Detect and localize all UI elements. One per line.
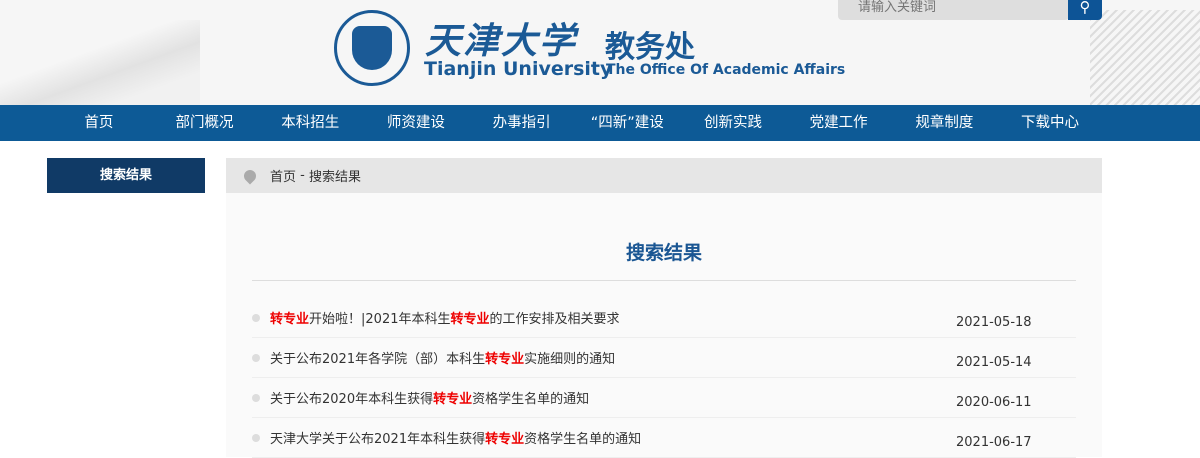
- title-text: 关于公布2021年各学院（部）本科生: [270, 352, 486, 367]
- keyword-highlight: 转专业: [450, 312, 490, 327]
- title-text: 开始啦！|2021年本科生: [309, 312, 451, 327]
- location-pin-icon: [241, 167, 259, 184]
- breadcrumb: 首页 - 搜索结果: [226, 158, 1102, 193]
- nav-about[interactable]: 部门概况: [152, 105, 258, 141]
- sidebar-item-search-results[interactable]: 搜索结果: [47, 158, 205, 193]
- title-text: 天津大学关于公布2021年本科生获得: [270, 432, 486, 447]
- search-input[interactable]: [838, 0, 1069, 20]
- university-seal-logo[interactable]: [334, 10, 410, 86]
- nav-party[interactable]: 党建工作: [786, 105, 892, 141]
- keyword-highlight: 转专业: [433, 392, 473, 407]
- result-item[interactable]: 关于公布2020年本科生获得转专业资格学生名单的通知 2020-06-11: [252, 378, 1076, 418]
- title-text: 关于公布2020年本科生获得: [270, 392, 434, 407]
- result-title[interactable]: 关于公布2020年本科生获得转专业资格学生名单的通知: [270, 388, 956, 407]
- decorative-illustration: [1090, 10, 1200, 105]
- result-date: 2021-06-17: [956, 435, 1032, 450]
- title-text: 资格学生名单的通知: [524, 432, 642, 447]
- bullet-icon: [252, 353, 260, 362]
- search-icon: ⚲: [1079, 0, 1091, 16]
- result-date: 2020-06-11: [956, 395, 1032, 410]
- nav-downloads[interactable]: 下载中心: [997, 105, 1103, 141]
- keyword-highlight: 转专业: [485, 432, 525, 447]
- nav-home[interactable]: 首页: [46, 105, 152, 141]
- result-title[interactable]: 关于公布2021年各学院（部）本科生转专业实施细则的通知: [270, 348, 956, 367]
- title-text: 资格学生名单的通知: [472, 392, 590, 407]
- main-nav: 首页 部门概况 本科招生 师资建设 办事指引 “四新”建设 创新实践 党建工作 …: [0, 105, 1200, 141]
- university-name-en: Tianjin University: [424, 58, 613, 80]
- breadcrumb-current: 搜索结果: [308, 170, 361, 185]
- result-item[interactable]: 转专业开始啦！|2021年本科生转专业的工作安排及相关要求 2021-05-18: [252, 298, 1076, 338]
- result-item[interactable]: 关于公布2021年各学院（部）本科生转专业实施细则的通知 2021-05-14: [252, 338, 1076, 378]
- result-title[interactable]: 天津大学关于公布2021年本科生获得转专业资格学生名单的通知: [270, 428, 956, 447]
- nav-innovation[interactable]: 创新实践: [680, 105, 786, 141]
- office-name-en: The Office Of Academic Affairs: [606, 62, 846, 78]
- main-content: 首页 - 搜索结果 搜索结果 转专业开始啦！|2021年本科生转专业的工作安排及…: [226, 158, 1102, 458]
- result-date: 2021-05-18: [956, 315, 1032, 330]
- keyword-highlight: 转专业: [270, 312, 310, 327]
- search-button[interactable]: ⚲: [1068, 0, 1102, 20]
- bullet-icon: [252, 313, 260, 322]
- breadcrumb-separator: -: [296, 168, 309, 183]
- page-title: 搜索结果: [625, 242, 702, 264]
- result-date: 2021-05-14: [956, 355, 1032, 370]
- nav-guide[interactable]: 办事指引: [469, 105, 575, 141]
- title-text: 的工作安排及相关要求: [489, 312, 620, 327]
- decorative-illustration: [0, 20, 200, 105]
- header: 天津大学 Tianjin University 教务处 The Office O…: [0, 0, 1200, 105]
- bullet-icon: [252, 433, 260, 442]
- bullet-icon: [252, 393, 260, 402]
- title-text: 实施细则的通知: [524, 352, 616, 367]
- university-name-cn: 天津大学: [425, 20, 578, 62]
- nav-four-new[interactable]: “四新”建设: [574, 105, 680, 141]
- breadcrumb-home[interactable]: 首页: [270, 166, 296, 185]
- result-item[interactable]: 天津大学关于公布2021年本科生获得转专业资格学生名单的通知 2021-06-17: [252, 418, 1076, 458]
- nav-admissions[interactable]: 本科招生: [257, 105, 363, 141]
- result-title[interactable]: 转专业开始啦！|2021年本科生转专业的工作安排及相关要求: [270, 308, 956, 327]
- office-name-cn: 教务处: [605, 30, 695, 65]
- nav-faculty[interactable]: 师资建设: [363, 105, 469, 141]
- divider: [252, 280, 1076, 281]
- nav-rules[interactable]: 规章制度: [892, 105, 998, 141]
- keyword-highlight: 转专业: [485, 352, 525, 367]
